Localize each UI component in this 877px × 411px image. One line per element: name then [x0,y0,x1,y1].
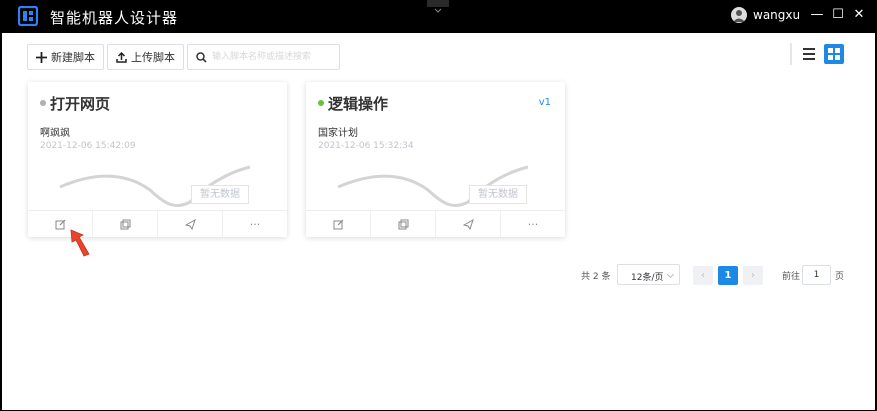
send-icon [184,218,196,230]
page-size-select[interactable]: 12条/页 [617,264,680,285]
main-content: 新建脚本 上传脚本 打开网页 [2,33,875,410]
app-title: 智能机器人设计器 [50,9,179,27]
upload-script-label: 上传脚本 [131,51,175,64]
goto-label: 前往 [782,272,801,282]
close-button[interactable]: ✕ [849,5,869,25]
copy-icon [120,219,130,229]
upload-script-button[interactable]: 上传脚本 [107,44,184,70]
next-page-button[interactable]: › [743,266,763,285]
send-button[interactable] [158,211,223,237]
list-view-icon[interactable] [801,46,817,62]
search-icon [196,52,207,63]
view-divider [790,43,792,65]
minimize-button[interactable]: — [807,5,827,25]
new-script-label: 新建脚本 [51,51,95,64]
edit-icon [333,219,343,229]
edit-button[interactable] [306,211,371,237]
page-suffix: 页 [835,272,845,282]
chevron-down-icon [666,270,675,279]
card-version: v1 [538,97,551,108]
copy-icon [398,219,408,229]
plus-icon [36,51,47,63]
maximize-button[interactable]: ☐ [828,5,848,25]
card-description: 国家计划 [318,128,358,139]
card-date: 2021-12-06 15:32:34 [318,141,414,151]
status-dot [40,100,46,106]
prev-page-button[interactable]: ‹ [693,266,713,285]
card-date: 2021-12-06 15:42:09 [40,141,136,151]
copy-button[interactable] [371,211,436,237]
new-script-button[interactable]: 新建脚本 [27,44,104,70]
collapse-handle[interactable] [427,0,449,13]
search-box[interactable] [187,44,340,70]
goto-page-input[interactable]: 1 [802,265,831,285]
search-input[interactable] [212,49,334,65]
script-card[interactable]: 逻辑操作 v1 国家计划 2021-12-06 15:32:34 暂无数据 ··… [306,82,565,237]
copy-button[interactable] [93,211,158,237]
more-button[interactable]: ··· [501,211,565,237]
user-name[interactable]: wangxu [753,8,800,22]
app-window: 智能机器人设计器 wangxu — ☐ ✕ 新建脚本 上传脚本 输入脚本名称或描… [0,0,877,411]
edit-icon [55,219,65,229]
no-data-label: 暂无数据 [191,185,249,204]
card-actions: ··· [28,210,287,237]
card-actions: ··· [306,210,565,237]
more-button[interactable]: ··· [223,211,287,237]
status-dot [318,100,324,106]
no-data-label: 暂无数据 [469,185,527,204]
pointer-arrow-icon [70,229,90,257]
card-title: 打开网页 [50,95,111,113]
current-page-button[interactable]: 1 [718,266,738,285]
user-avatar-icon[interactable] [731,7,747,23]
pagination-total: 共 2 条 [581,272,611,282]
send-icon [462,218,474,230]
script-card[interactable]: 打开网页 啊飒飒 2021-12-06 15:42:09 暂无数据 ··· [28,82,287,237]
app-logo-icon [18,6,38,26]
grid-view-icon[interactable] [824,44,844,64]
card-description: 啊飒飒 [40,128,70,139]
title-bar: 智能机器人设计器 wangxu — ☐ ✕ [0,0,877,33]
upload-icon [116,51,127,63]
card-title: 逻辑操作 [328,95,389,113]
page-size-value: 12条/页 [631,273,664,283]
send-button[interactable] [436,211,501,237]
